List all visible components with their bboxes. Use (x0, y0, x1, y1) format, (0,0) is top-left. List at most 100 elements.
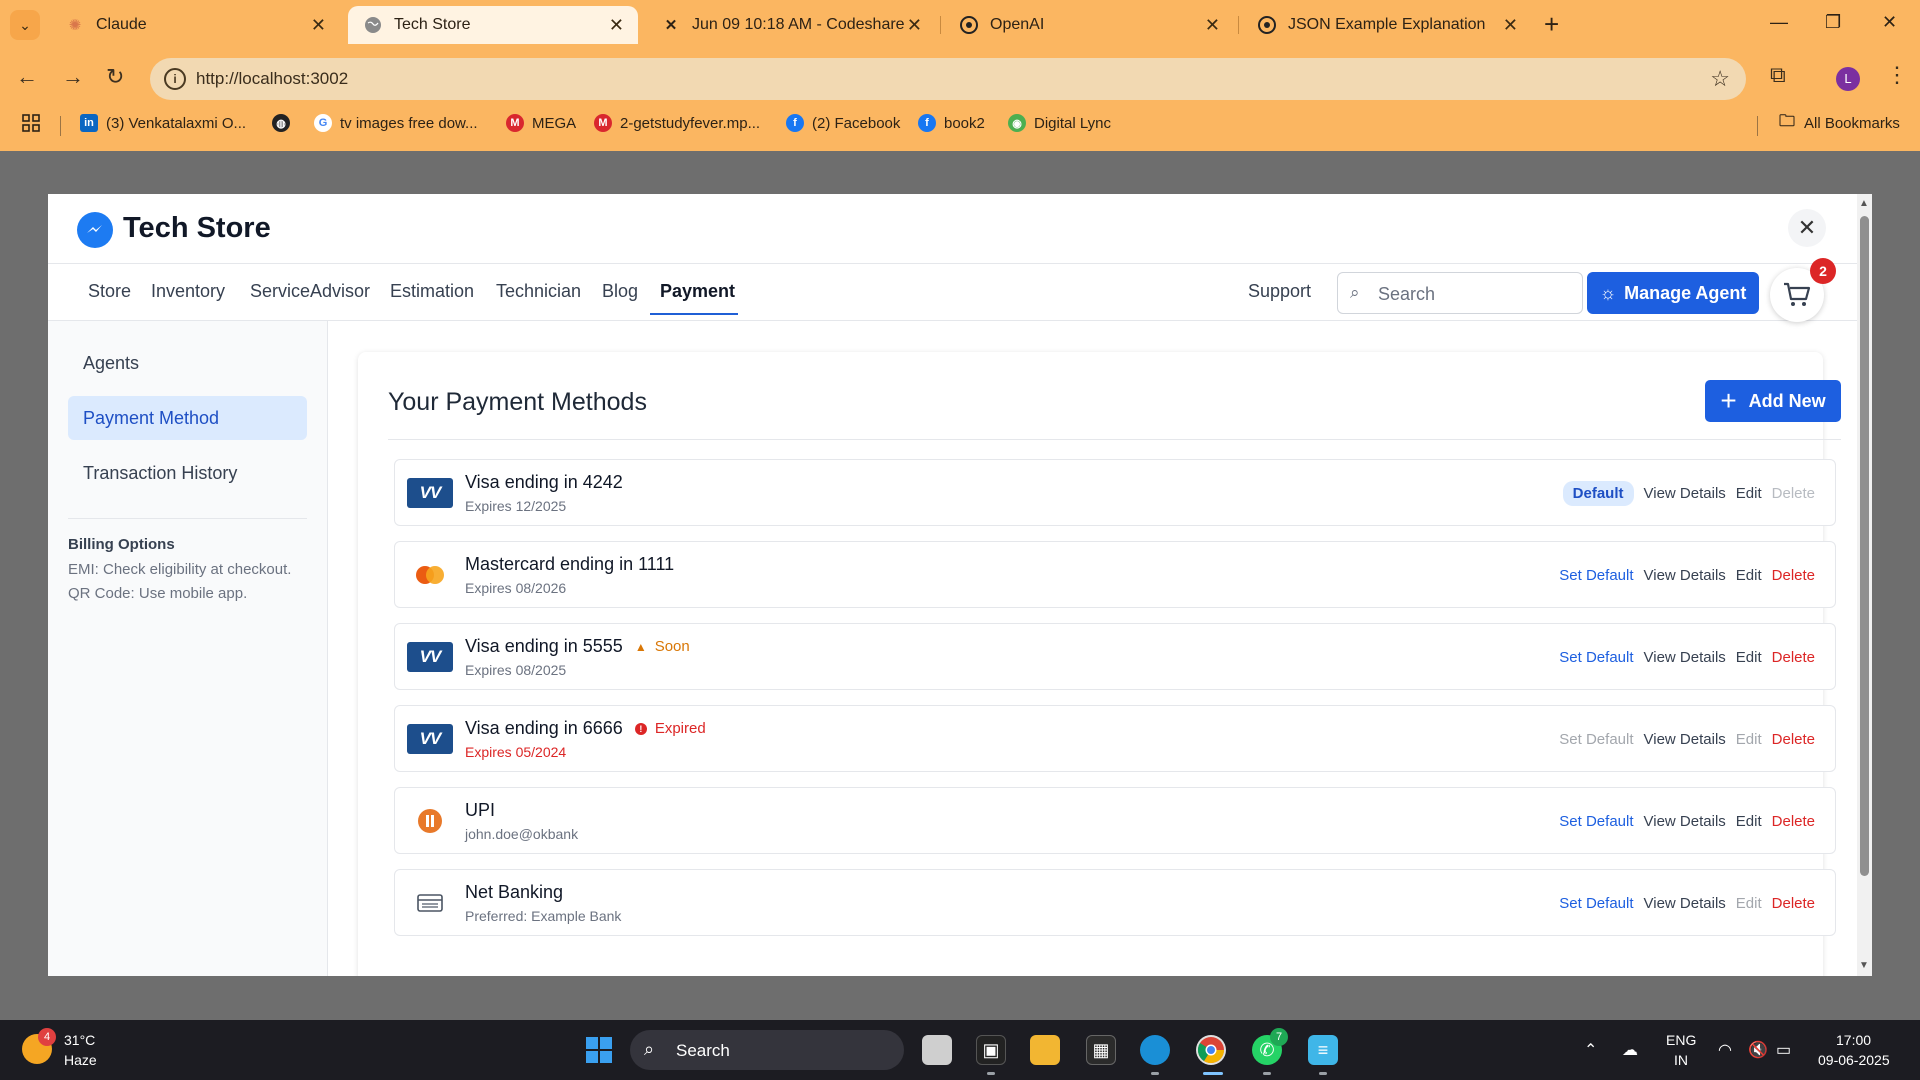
file-explorer-icon[interactable] (1030, 1035, 1060, 1065)
scroll-up-icon[interactable]: ▲ (1859, 198, 1869, 209)
profile-avatar[interactable]: L (1836, 67, 1860, 91)
sidebar-item-transaction-history[interactable]: Transaction History (68, 451, 307, 495)
delete-button[interactable]: Delete (1772, 485, 1815, 502)
view-details-button[interactable]: View Details (1644, 649, 1726, 666)
close-icon[interactable]: ✕ (1205, 15, 1220, 36)
weather-temperature[interactable]: 31°C (64, 1032, 95, 1048)
volume-muted-icon[interactable]: 🔇 (1748, 1040, 1768, 1060)
search-field[interactable]: ⌕ (1337, 272, 1583, 314)
delete-button[interactable]: Delete (1772, 731, 1815, 748)
notepad-icon[interactable]: ≡ (1308, 1035, 1338, 1065)
sidebar-item-payment-method[interactable]: Payment Method (68, 396, 307, 440)
view-details-button[interactable]: View Details (1644, 567, 1726, 584)
nav-serviceadvisor[interactable]: ServiceAdvisor (250, 281, 370, 302)
close-icon[interactable]: ✕ (311, 15, 326, 36)
address-bar[interactable]: i http://localhost:3002 ☆ (150, 58, 1746, 100)
nav-inventory[interactable]: Inventory (151, 281, 225, 302)
view-details-button[interactable]: View Details (1644, 895, 1726, 912)
bookmark-facebook[interactable]: f (2) Facebook (786, 114, 900, 132)
edge-browser-icon[interactable] (1140, 1035, 1170, 1065)
edit-button[interactable]: Edit (1736, 731, 1762, 748)
extensions-icon[interactable]: ⧉ (1770, 62, 1786, 88)
apps-grid-icon[interactable] (22, 114, 40, 132)
bookmark-digital-lync[interactable]: ◉ Digital Lync (1008, 114, 1111, 132)
terminal-app-icon[interactable]: ▣ (976, 1035, 1006, 1065)
codeshare-icon: ✕ (664, 17, 678, 34)
delete-button[interactable]: Delete (1772, 649, 1815, 666)
edit-button[interactable]: Edit (1736, 485, 1762, 502)
taskbar-search[interactable]: ⌕ Search (630, 1030, 904, 1070)
window-close-icon[interactable]: ✕ (1882, 12, 1897, 33)
set-default-button[interactable]: Set Default (1559, 813, 1633, 830)
language-indicator[interactable]: ENG (1666, 1032, 1696, 1048)
set-default-button[interactable]: Set Default (1559, 567, 1633, 584)
wifi-icon[interactable]: ◠ (1718, 1040, 1732, 1060)
bookmark-mega[interactable]: M MEGA (506, 114, 576, 132)
bookmark-getstudyfever[interactable]: M 2-getstudyfever.mp... (594, 114, 760, 132)
tab-json-example[interactable]: JSON Example Explanation ✕ (1242, 6, 1532, 44)
view-details-button[interactable]: View Details (1644, 731, 1726, 748)
edit-button[interactable]: Edit (1736, 895, 1762, 912)
weather-description[interactable]: Haze (64, 1052, 97, 1068)
set-default-button[interactable]: Set Default (1559, 649, 1633, 666)
set-default-button[interactable]: Set Default (1559, 895, 1633, 912)
nav-technician[interactable]: Technician (496, 281, 581, 302)
bookmark-star-icon[interactable]: ☆ (1710, 66, 1730, 92)
delete-button[interactable]: Delete (1772, 567, 1815, 584)
add-new-button[interactable]: + Add New (1705, 380, 1841, 422)
nav-blog[interactable]: Blog (602, 281, 638, 302)
tab-tech-store[interactable]: Tech Store ✕ (348, 6, 638, 44)
forward-icon[interactable]: → (62, 64, 84, 90)
task-view-icon[interactable] (922, 1035, 952, 1065)
tab-codeshare[interactable]: ✕ Jun 09 10:18 AM - Codeshare ✕ (646, 6, 936, 44)
edit-button[interactable]: Edit (1736, 813, 1762, 830)
edit-button[interactable]: Edit (1736, 649, 1762, 666)
region-indicator[interactable]: IN (1674, 1052, 1688, 1068)
url-text[interactable]: http://localhost:3002 (196, 69, 348, 89)
close-icon[interactable]: ✕ (609, 15, 624, 36)
chrome-browser-icon[interactable] (1196, 1035, 1226, 1065)
page-scrollbar[interactable]: ▲ ▼ (1857, 194, 1872, 976)
edit-button[interactable]: Edit (1736, 567, 1762, 584)
nav-payment[interactable]: Payment (660, 281, 735, 302)
clock-time[interactable]: 17:00 (1836, 1032, 1871, 1048)
nav-support[interactable]: Support (1248, 281, 1311, 302)
bookmark-globe[interactable]: ◍ (272, 114, 298, 132)
close-icon[interactable]: ✕ (907, 15, 922, 36)
restore-icon[interactable]: ❐ (1825, 12, 1841, 33)
all-bookmarks[interactable]: 🗀 All Bookmarks (1778, 113, 1900, 132)
minimize-icon[interactable]: — (1770, 12, 1788, 33)
show-hidden-icons[interactable]: ⌃ (1584, 1040, 1597, 1060)
tab-openai[interactable]: OpenAI ✕ (944, 6, 1234, 44)
set-default-button[interactable]: Set Default (1559, 731, 1633, 748)
bookmark-book2[interactable]: f book2 (918, 114, 985, 132)
reload-icon[interactable]: ↻ (106, 64, 124, 90)
tab-search-button[interactable]: ⌄ (10, 10, 40, 40)
battery-icon[interactable]: ▭ (1776, 1040, 1791, 1060)
manage-agent-button[interactable]: ☼ Manage Agent (1587, 272, 1759, 314)
browser-menu-icon[interactable]: ⋮ (1886, 62, 1908, 88)
tab-claude[interactable]: ✺ Claude ✕ (50, 6, 340, 44)
facebook-icon: f (786, 114, 804, 132)
view-details-button[interactable]: View Details (1644, 485, 1726, 502)
delete-button[interactable]: Delete (1772, 813, 1815, 830)
nav-store[interactable]: Store (88, 281, 131, 302)
close-icon[interactable]: ✕ (1503, 15, 1518, 36)
search-input[interactable] (1378, 281, 1568, 307)
new-tab-button[interactable]: + (1544, 10, 1559, 38)
back-icon[interactable]: ← (16, 64, 38, 90)
sidebar-item-agents[interactable]: Agents (68, 341, 307, 385)
nav-estimation[interactable]: Estimation (390, 281, 474, 302)
bookmark-tv-images[interactable]: G tv images free dow... (314, 114, 478, 132)
microsoft-store-icon[interactable]: ▦ (1086, 1035, 1116, 1065)
windows-start-icon[interactable] (584, 1035, 614, 1065)
onedrive-icon[interactable]: ☁ (1622, 1040, 1638, 1060)
clock-date[interactable]: 09-06-2025 (1818, 1052, 1890, 1068)
site-info-icon[interactable]: i (164, 68, 186, 90)
delete-button[interactable]: Delete (1772, 895, 1815, 912)
bookmark-linkedin[interactable]: in (3) Venkatalaxmi O... (80, 114, 246, 132)
view-details-button[interactable]: View Details (1644, 813, 1726, 830)
scroll-down-icon[interactable]: ▼ (1859, 960, 1869, 971)
modal-close-button[interactable]: ✕ (1788, 209, 1826, 247)
scroll-thumb[interactable] (1860, 216, 1869, 876)
